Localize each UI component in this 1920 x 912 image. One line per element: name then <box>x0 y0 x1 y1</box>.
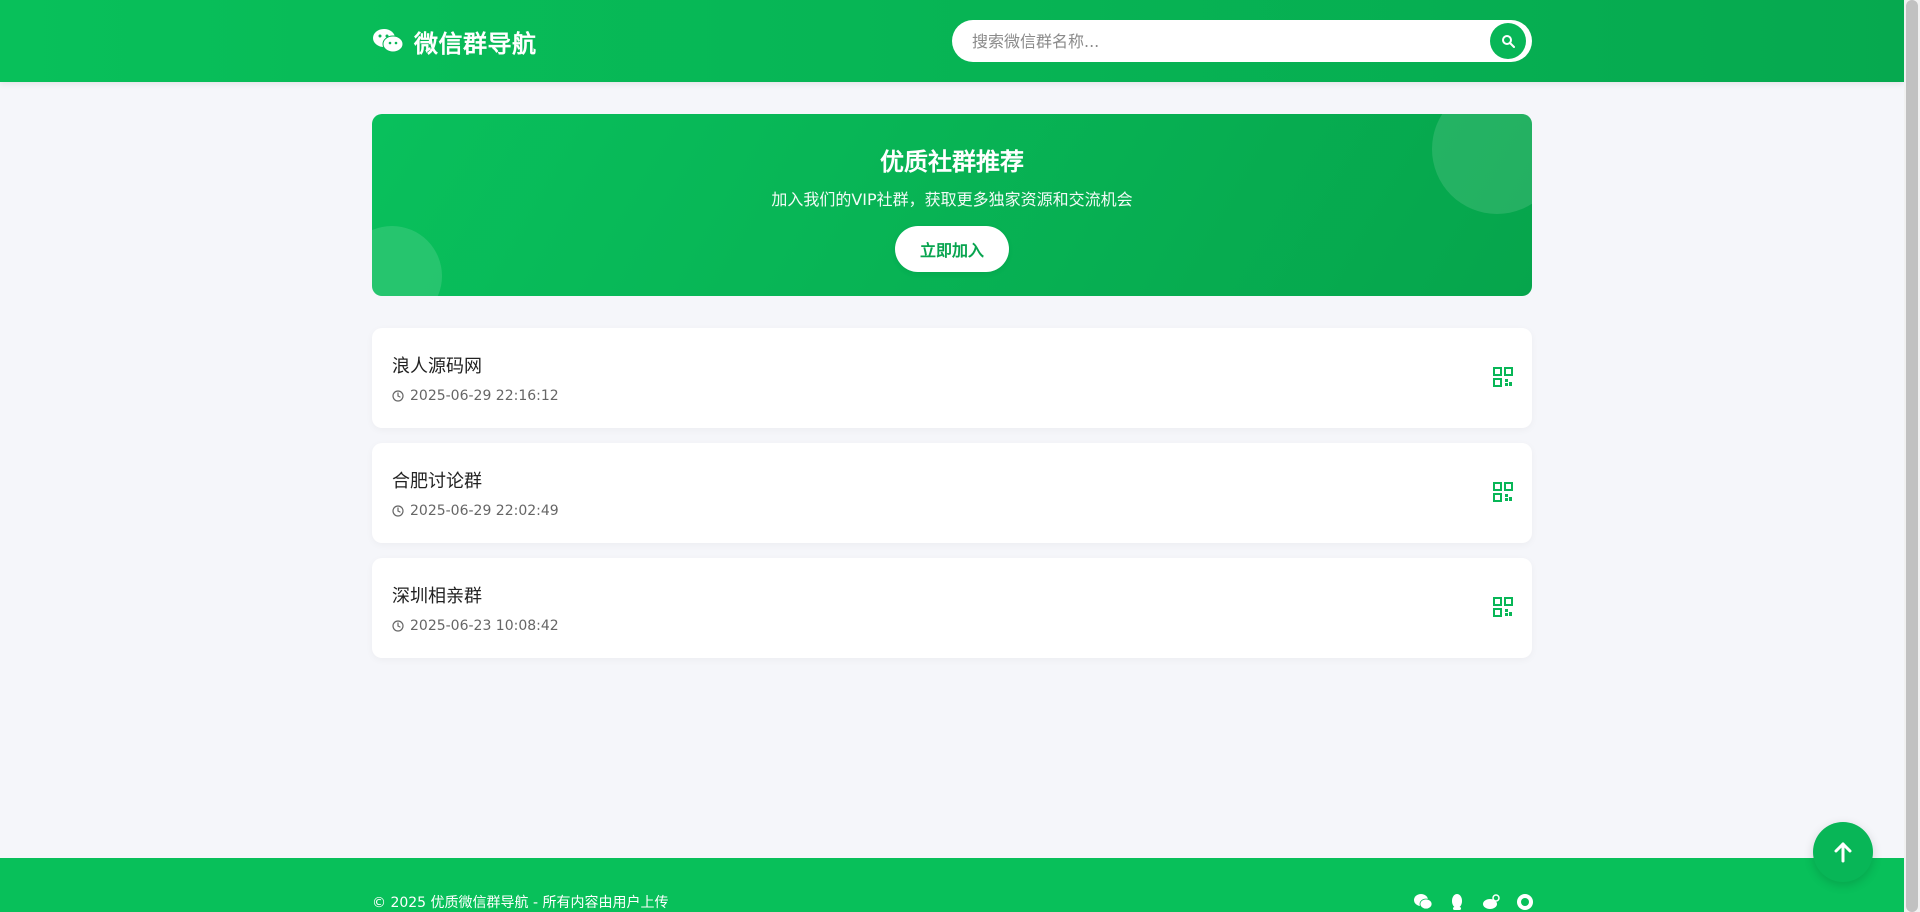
group-card[interactable]: 深圳相亲群 2025-06-23 10:08:42 <box>372 558 1532 658</box>
qr-code-button[interactable] <box>1492 481 1514 503</box>
qr-code-button[interactable] <box>1492 366 1514 388</box>
promo-banner: 优质社群推荐 加入我们的VIP社群，获取更多独家资源和交流机会 立即加入 <box>372 114 1532 296</box>
group-time-text: 2025-06-29 22:16:12 <box>410 388 559 404</box>
qrcode-icon <box>1493 597 1513 617</box>
decor-circle <box>372 226 442 296</box>
group-name: 浪人源码网 <box>392 356 482 377</box>
group-time-text: 2025-06-29 22:02:49 <box>410 503 559 519</box>
clock-icon <box>392 390 404 402</box>
page: 微信群导航 优质社群推荐 加入我们的VIP社群，获取更多独家资源和交流机会 立即… <box>0 0 1920 912</box>
scrollbar-thumb[interactable] <box>1906 0 1918 912</box>
qr-code-button[interactable] <box>1492 596 1514 618</box>
group-card[interactable]: 合肥讨论群 2025-06-29 22:02:49 <box>372 443 1532 543</box>
arrow-up-icon <box>1834 842 1852 863</box>
clock-icon <box>392 620 404 632</box>
search-button[interactable] <box>1490 23 1526 59</box>
search-box <box>952 20 1532 62</box>
banner-title: 优质社群推荐 <box>880 148 1024 176</box>
group-time: 2025-06-29 22:16:12 <box>392 388 559 404</box>
weibo-icon[interactable] <box>1481 892 1501 912</box>
back-to-top-button[interactable] <box>1813 822 1873 882</box>
qq-icon[interactable] <box>1447 892 1467 912</box>
qrcode-icon <box>1493 367 1513 387</box>
brand[interactable]: 微信群导航 <box>372 24 537 58</box>
header: 微信群导航 <box>0 0 1904 82</box>
clock-icon <box>392 505 404 517</box>
wechat-icon[interactable] <box>1413 892 1433 912</box>
footer-copyright: © 2025 优质微信群导航 - 所有内容由用户上传 <box>372 895 669 911</box>
footer: © 2025 优质微信群导航 - 所有内容由用户上传 <box>0 858 1904 912</box>
group-time-text: 2025-06-23 10:08:42 <box>410 618 559 634</box>
group-time: 2025-06-29 22:02:49 <box>392 503 559 519</box>
search-icon <box>1502 35 1515 48</box>
banner-subtitle: 加入我们的VIP社群，获取更多独家资源和交流机会 <box>771 190 1133 209</box>
qrcode-icon <box>1493 482 1513 502</box>
group-card[interactable]: 浪人源码网 2025-06-29 22:16:12 <box>372 328 1532 428</box>
brand-title: 微信群导航 <box>414 29 537 58</box>
footer-social-icons <box>1413 892 1535 912</box>
group-name: 合肥讨论群 <box>392 471 482 492</box>
group-name: 深圳相亲群 <box>392 586 482 607</box>
join-now-button[interactable]: 立即加入 <box>895 226 1009 272</box>
group-time: 2025-06-23 10:08:42 <box>392 618 559 634</box>
wechat-icon <box>373 29 404 53</box>
github-icon[interactable] <box>1515 892 1535 912</box>
search-input[interactable] <box>972 31 1490 51</box>
